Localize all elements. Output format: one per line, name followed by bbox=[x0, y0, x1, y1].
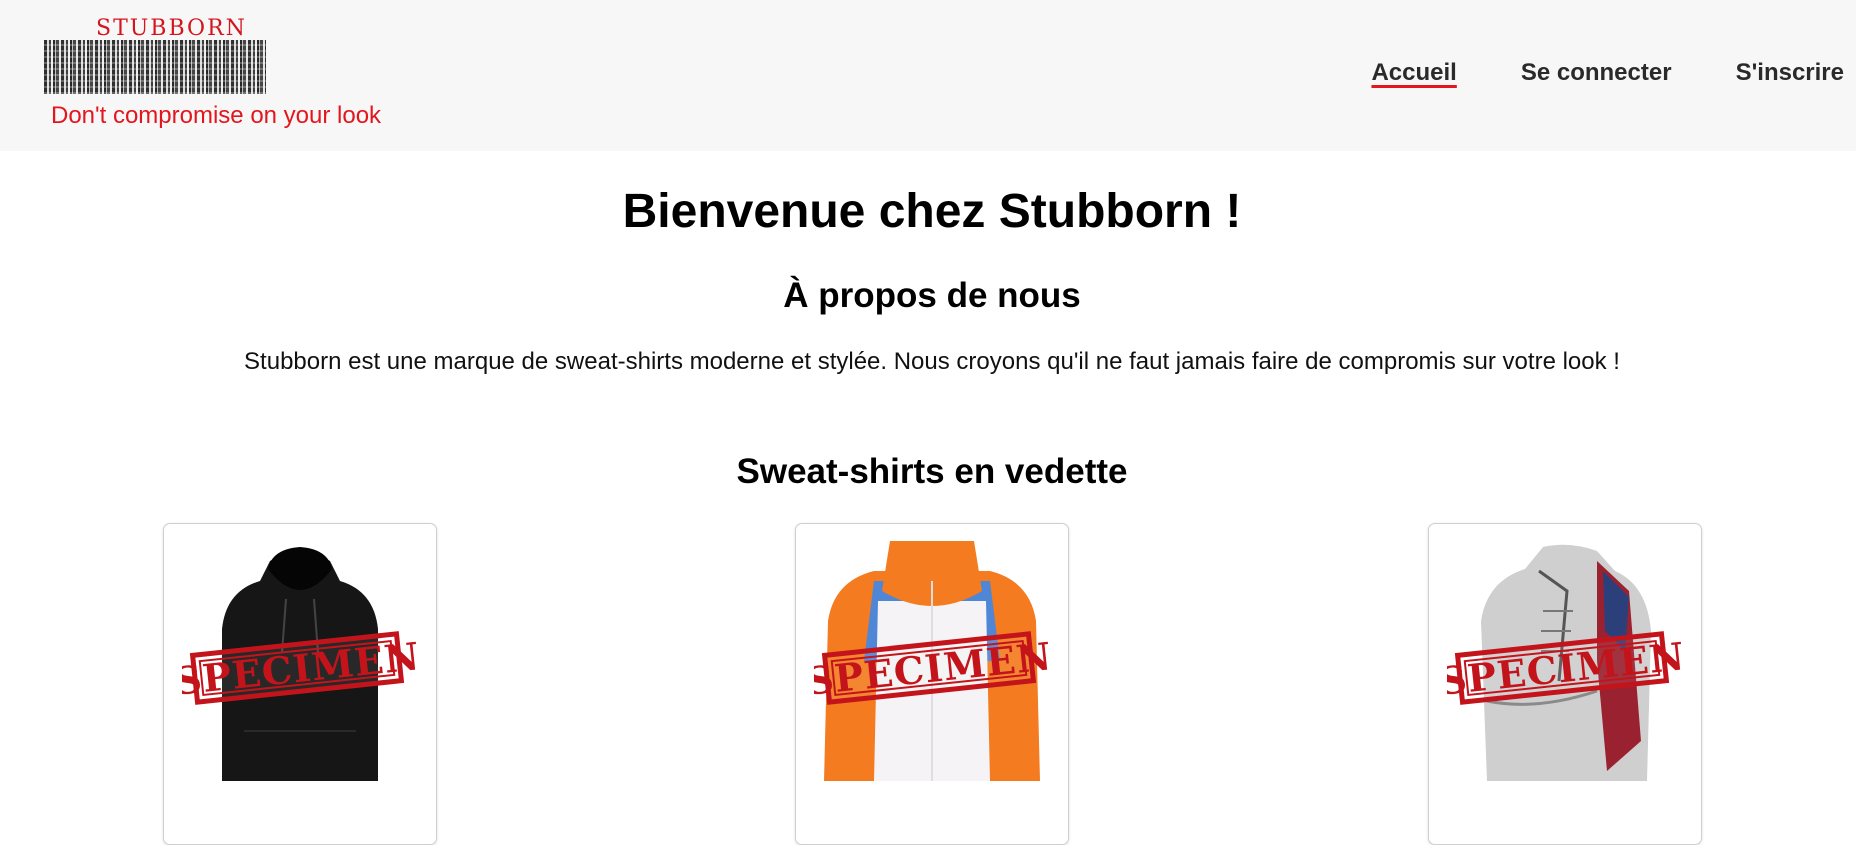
product-image-grey-hoodie[interactable]: SPECIMEN bbox=[1447, 541, 1683, 781]
about-text: Stubborn est une marque de sweat-shirts … bbox=[244, 348, 1620, 375]
brand-logo[interactable]: STUBBORN bbox=[44, 18, 266, 94]
nav-link-accueil[interactable]: Accueil bbox=[1371, 58, 1456, 88]
main-nav: Accueil Se connecter S'inscrire bbox=[1371, 58, 1844, 88]
logo-text: STUBBORN bbox=[96, 16, 247, 41]
brand-tagline: Don't compromise on your look bbox=[51, 102, 382, 129]
logo-barcode-graphic bbox=[44, 40, 266, 94]
product-card-grey-hoodie[interactable]: SPECIMEN bbox=[1428, 523, 1702, 845]
about-heading: À propos de nous bbox=[783, 276, 1081, 315]
page-title: Bienvenue chez Stubborn ! bbox=[622, 185, 1242, 238]
site-header: STUBBORN Don't compromise on your look A… bbox=[0, 0, 1856, 151]
nav-link-se-connecter[interactable]: Se connecter bbox=[1521, 58, 1672, 88]
nav-link-sinscrire[interactable]: S'inscrire bbox=[1736, 58, 1844, 88]
product-image-black-hoodie[interactable]: SPECIMEN bbox=[182, 541, 418, 781]
product-image-orange-hoodie[interactable]: SPECIMEN bbox=[814, 541, 1050, 781]
product-card-orange-hoodie[interactable]: SPECIMEN bbox=[795, 523, 1069, 845]
product-card-black-hoodie[interactable]: SPECIMEN bbox=[163, 523, 437, 845]
featured-heading: Sweat-shirts en vedette bbox=[736, 452, 1128, 491]
